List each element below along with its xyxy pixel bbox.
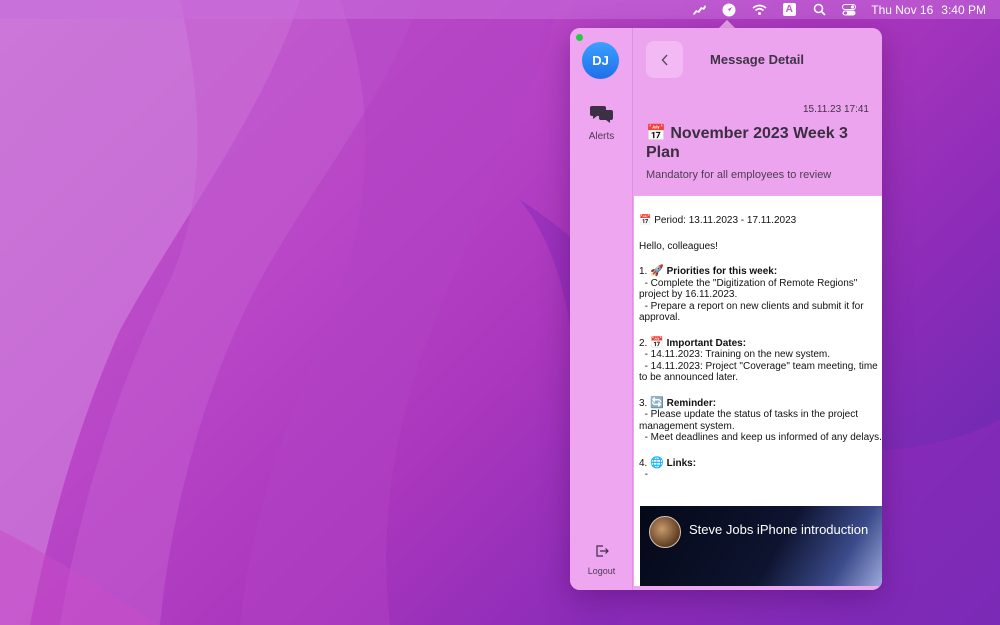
message-header: Message Detail 15.11.23 17:41 📅 November…	[633, 28, 882, 195]
input-source-letter: A	[782, 3, 796, 16]
sidebar-item-alerts[interactable]: Alerts	[570, 104, 633, 142]
back-button[interactable]	[646, 41, 683, 78]
list-item: - 14.11.2023: Project "Coverage" team me…	[639, 360, 881, 384]
message-subtitle: Mandatory for all employees to review	[646, 169, 832, 181]
chevron-left-icon	[661, 54, 668, 65]
logout-label: Logout	[587, 566, 616, 576]
menu-bar: A Thu Nov 16 3:40 PM	[0, 0, 1000, 19]
avatar[interactable]: DJ	[582, 42, 619, 79]
greeting: Hello, colleagues!	[639, 240, 718, 252]
sidebar: DJ Alerts Logout	[570, 28, 633, 590]
clock-time: 3:40 PM	[941, 2, 986, 17]
control-center-icon[interactable]	[841, 3, 857, 17]
spotlight-search-icon[interactable]	[811, 3, 827, 17]
keyboard-input-a-icon[interactable]: A	[781, 3, 797, 17]
sidebar-item-label: Alerts	[588, 131, 615, 142]
page-title: Message Detail	[710, 52, 804, 67]
list-item: - Prepare a report on new clients and su…	[639, 300, 867, 324]
period-line: 📅 Period: 13.11.2023 - 17.11.2023	[639, 215, 797, 226]
refresh-icon: 🔄	[650, 396, 664, 409]
video-embed[interactable]: Steve Jobs iPhone introduction	[640, 506, 882, 586]
app-dog-icon[interactable]	[691, 3, 707, 17]
wifi-icon[interactable]	[751, 3, 767, 17]
app-popover: DJ Alerts Logout Message Detail 15.11.23…	[570, 28, 882, 590]
avatar-initials: DJ	[592, 53, 609, 68]
location-arrow-icon[interactable]	[721, 3, 737, 17]
section-important-dates: 2. 📅 Important Dates: - 14.11.2023: Trai…	[639, 336, 882, 384]
section-title: Reminder:	[666, 397, 717, 409]
section-number: 1.	[639, 266, 648, 277]
menubar-clock[interactable]: Thu Nov 16 3:40 PM	[871, 3, 986, 17]
rocket-icon: 🚀	[650, 265, 664, 277]
section-priorities: 1. 🚀 Priorities for this week: - Complet…	[639, 265, 882, 324]
section-title: Links:	[666, 457, 697, 469]
list-item: - Please update the status of tasks in t…	[639, 409, 861, 432]
clock-day: Thu Nov 16	[871, 2, 934, 17]
list-item: - Meet deadlines and keep us informed of…	[639, 432, 882, 443]
section-number: 2.	[639, 337, 648, 349]
list-item: - 14.11.2023: Training on the new system…	[639, 349, 831, 360]
list-item: -	[639, 469, 648, 480]
logout-icon	[595, 545, 609, 557]
online-status-dot	[576, 34, 583, 41]
list-item: - Complete the "Digitization of Remote R…	[639, 277, 861, 301]
channel-avatar	[649, 516, 681, 548]
chat-bubbles-icon	[589, 106, 613, 123]
section-title: Priorities for this week:	[666, 266, 778, 277]
section-number: 4.	[639, 457, 648, 469]
message-title: 📅 November 2023 Week 3 Plan	[646, 125, 848, 161]
section-title: Important Dates:	[666, 337, 747, 349]
globe-icon: 🌐	[650, 456, 664, 469]
message-body: 📅 Period: 13.11.2023 - 17.11.2023 Hello,…	[634, 196, 882, 586]
calendar-icon: 📅	[650, 336, 664, 349]
section-reminder: 3. 🔄 Reminder: - Please update the statu…	[639, 396, 882, 444]
section-number: 3.	[639, 397, 648, 409]
section-links: 4. 🌐 Links: -	[639, 456, 882, 481]
logout-button[interactable]: Logout	[570, 544, 633, 576]
message-detail-pane: Message Detail 15.11.23 17:41 📅 November…	[633, 28, 882, 590]
message-date: 15.11.23 17:41	[803, 104, 869, 115]
video-title[interactable]: Steve Jobs iPhone introduction	[689, 523, 868, 535]
